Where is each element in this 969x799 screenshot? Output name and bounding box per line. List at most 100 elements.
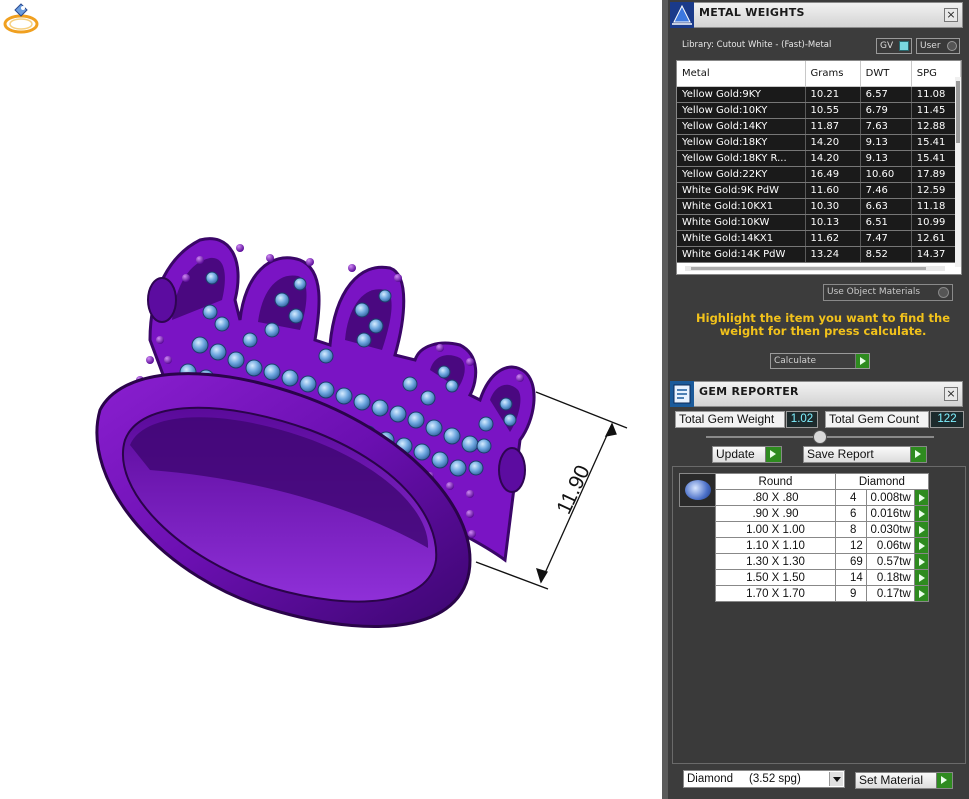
close-icon[interactable]: × bbox=[944, 387, 958, 401]
gem-reporter-header: GEM REPORTER × bbox=[670, 381, 963, 407]
update-button[interactable]: Update bbox=[712, 446, 782, 463]
gem-count-cell: 6 bbox=[835, 505, 867, 522]
spg-cell: 12.61 bbox=[911, 230, 961, 247]
gem-size-cell: 1.50 X 1.50 bbox=[715, 569, 836, 586]
metal-row[interactable]: White Gold:14KX1 11.62 7.47 12.61 bbox=[677, 230, 961, 247]
metal-table-hscrollbar[interactable] bbox=[685, 266, 945, 271]
metal-row[interactable]: Yellow Gold:18KY 14.20 9.13 15.41 bbox=[677, 134, 961, 151]
calculate-button[interactable]: Calculate bbox=[770, 353, 870, 369]
metal-row[interactable]: White Gold:10KX1 10.30 6.63 11.18 bbox=[677, 198, 961, 215]
gem-weight-cell: 0.57tw bbox=[865, 553, 915, 570]
spg-cell: 14.37 bbox=[911, 246, 961, 263]
gem-shape-header: Round bbox=[715, 473, 836, 490]
play-arrow-icon bbox=[936, 773, 952, 788]
total-gem-weight-label: Total Gem Weight bbox=[675, 411, 785, 428]
gem-table: Round Diamond .80 X .80 4 0.008tw .90 X .90… bbox=[715, 473, 929, 602]
gem-size-cell: 1.30 X 1.30 bbox=[715, 553, 836, 570]
gem-size-cell: 1.00 X 1.00 bbox=[715, 521, 836, 538]
gem-reporter-icon bbox=[670, 381, 694, 407]
material-select[interactable]: Diamond (3.52 spg) bbox=[683, 770, 845, 788]
gem-material-header: Diamond bbox=[835, 473, 929, 490]
metal-row[interactable]: Yellow Gold:9KY 10.21 6.57 11.08 bbox=[677, 86, 961, 103]
select-gem-arrow-icon[interactable] bbox=[913, 489, 929, 506]
spg-cell: 12.59 bbox=[911, 182, 961, 199]
view-cube-ring-icon[interactable] bbox=[0, 0, 42, 36]
gem-weight-cell: 0.008tw bbox=[865, 489, 915, 506]
metal-weights-header: METAL WEIGHTS × bbox=[670, 2, 963, 28]
grams-cell: 11.87 bbox=[805, 118, 861, 135]
gem-count-cell: 8 bbox=[835, 521, 867, 538]
gem-slider[interactable] bbox=[706, 430, 934, 444]
metal-row[interactable]: Yellow Gold:22KY 16.49 10.60 17.89 bbox=[677, 166, 961, 183]
total-gem-count-label: Total Gem Count bbox=[825, 411, 929, 428]
spg-cell: 10.99 bbox=[911, 214, 961, 231]
metal-row[interactable]: Yellow Gold:14KY 11.87 7.63 12.88 bbox=[677, 118, 961, 135]
round-gem-icon bbox=[679, 473, 716, 507]
gem-row: .90 X .90 6 0.016tw bbox=[715, 505, 929, 522]
grams-cell: 10.55 bbox=[805, 102, 861, 119]
metal-name-cell: White Gold:9K PdW bbox=[677, 182, 806, 199]
use-object-materials-toggle[interactable]: Use Object Materials bbox=[823, 284, 953, 301]
col-spg[interactable]: SPG bbox=[911, 61, 961, 87]
metal-name-cell: White Gold:10KX1 bbox=[677, 198, 806, 215]
save-report-button[interactable]: Save Report bbox=[803, 446, 927, 463]
play-arrow-icon bbox=[765, 447, 781, 462]
select-gem-arrow-icon[interactable] bbox=[913, 585, 929, 602]
spg-cell: 11.45 bbox=[911, 102, 961, 119]
play-arrow-icon bbox=[910, 447, 926, 462]
grams-cell: 11.62 bbox=[805, 230, 861, 247]
gem-size-cell: .80 X .80 bbox=[715, 489, 836, 506]
select-gem-arrow-icon[interactable] bbox=[913, 569, 929, 586]
col-metal[interactable]: Metal bbox=[677, 61, 806, 87]
gv-toggle[interactable]: GV bbox=[876, 38, 912, 54]
gem-slider-handle[interactable] bbox=[813, 430, 827, 444]
gem-weight-cell: 0.18tw bbox=[865, 569, 915, 586]
metal-name-cell: Yellow Gold:10KY bbox=[677, 102, 806, 119]
metal-name-cell: White Gold:14KX1 bbox=[677, 230, 806, 247]
spg-cell: 11.08 bbox=[911, 86, 961, 103]
library-label: Library: Cutout White - (Fast)-Metal bbox=[682, 40, 832, 50]
spg-cell: 11.18 bbox=[911, 198, 961, 215]
3d-viewport[interactable]: 11.90 bbox=[0, 0, 662, 799]
metal-table-vscrollbar[interactable] bbox=[955, 77, 961, 267]
grams-cell: 10.30 bbox=[805, 198, 861, 215]
select-gem-arrow-icon[interactable] bbox=[913, 537, 929, 554]
user-toggle[interactable]: User bbox=[916, 38, 960, 54]
metal-table[interactable]: Metal Grams DWT SPG Yellow Gold:9KY 10.21… bbox=[676, 60, 962, 275]
metal-name-cell: White Gold:10KW bbox=[677, 214, 806, 231]
metal-name-cell: Yellow Gold:14KY bbox=[677, 118, 806, 135]
col-grams[interactable]: Grams bbox=[805, 61, 861, 87]
spg-cell: 12.88 bbox=[911, 118, 961, 135]
metal-row[interactable]: White Gold:14K PdW 13.24 8.52 14.37 bbox=[677, 246, 961, 263]
close-icon[interactable]: × bbox=[944, 8, 958, 22]
select-gem-arrow-icon[interactable] bbox=[913, 553, 929, 570]
metal-row[interactable]: White Gold:10KW 10.13 6.51 10.99 bbox=[677, 214, 961, 231]
gem-count-cell: 69 bbox=[835, 553, 867, 570]
dwt-cell: 8.52 bbox=[860, 246, 912, 263]
metal-row[interactable]: Yellow Gold:10KY 10.55 6.79 11.45 bbox=[677, 102, 961, 119]
gem-count-cell: 4 bbox=[835, 489, 867, 506]
set-material-button[interactable]: Set Material bbox=[855, 772, 953, 789]
chevron-down-icon[interactable] bbox=[829, 772, 843, 786]
grams-cell: 14.20 bbox=[805, 150, 861, 167]
library-row: Library: Cutout White - (Fast)-Metal GV … bbox=[676, 37, 961, 55]
spg-cell: 15.41 bbox=[911, 134, 961, 151]
gem-size-cell: 1.70 X 1.70 bbox=[715, 585, 836, 602]
grams-cell: 13.24 bbox=[805, 246, 861, 263]
gv-toggle-knob bbox=[899, 41, 909, 51]
calculate-hint: Highlight the item you want to find the … bbox=[696, 311, 950, 338]
metal-row[interactable]: Yellow Gold:18KY R... 14.20 9.13 15.41 bbox=[677, 150, 961, 167]
select-gem-arrow-icon[interactable] bbox=[913, 521, 929, 538]
dwt-cell: 6.57 bbox=[860, 86, 912, 103]
total-gem-weight-value: 1.02 bbox=[786, 411, 818, 428]
select-gem-arrow-icon[interactable] bbox=[913, 505, 929, 522]
grams-cell: 11.60 bbox=[805, 182, 861, 199]
dwt-cell: 10.60 bbox=[860, 166, 912, 183]
col-dwt[interactable]: DWT bbox=[860, 61, 912, 87]
metal-weights-title: METAL WEIGHTS bbox=[699, 6, 805, 19]
dwt-cell: 7.46 bbox=[860, 182, 912, 199]
metal-row[interactable]: White Gold:9K PdW 11.60 7.46 12.59 bbox=[677, 182, 961, 199]
metal-name-cell: Yellow Gold:22KY bbox=[677, 166, 806, 183]
spg-cell: 15.41 bbox=[911, 150, 961, 167]
dwt-cell: 9.13 bbox=[860, 150, 912, 167]
